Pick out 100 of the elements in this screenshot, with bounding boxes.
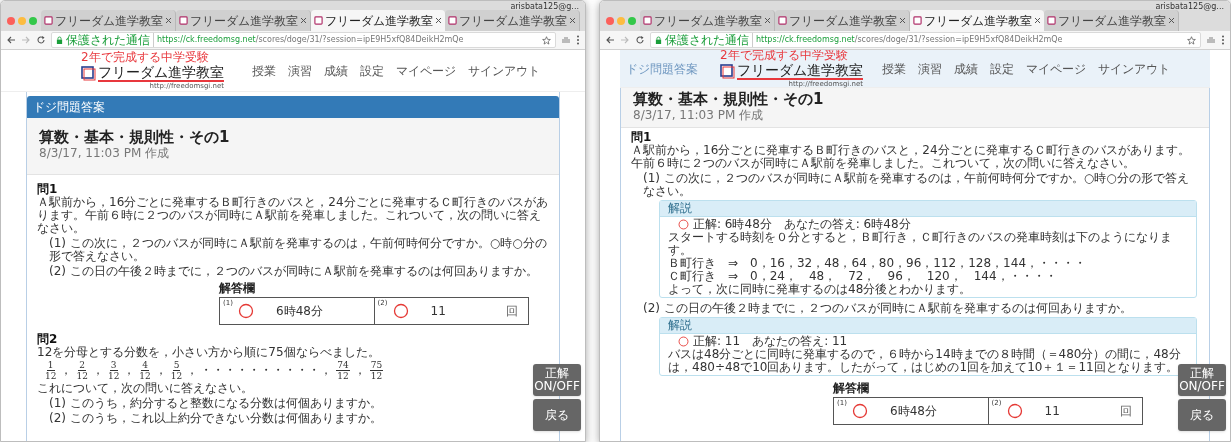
nav-link[interactable]: サインアウト (468, 61, 540, 80)
url-text: https://ck.freedomsg.net/scores/doge/31/?session=ipE9H5xfQ84DeikH2mQe (157, 34, 464, 46)
browser-tab[interactable]: フリーダム進学教室 (1044, 10, 1179, 31)
close-icon (1034, 17, 1041, 24)
fraction: 1 12 (45, 360, 57, 381)
browser-tab[interactable]: フリーダム進学教室 (775, 10, 910, 31)
browser-tab[interactable]: フリーダム進学教室 (640, 10, 775, 31)
nav-link[interactable]: 演習 (918, 59, 942, 78)
fraction: 2 12 (76, 360, 88, 381)
page-button[interactable]: 正解 ON/OFF (1178, 364, 1226, 396)
close-icon (300, 17, 307, 24)
favicon-icon (448, 16, 457, 25)
nav-link[interactable]: 成績 (954, 59, 978, 78)
comma-separator: ， (91, 364, 104, 377)
browser-tab[interactable]: フリーダム進学教室 (176, 10, 311, 31)
favicon-icon (778, 16, 787, 25)
logo-square-icon (81, 65, 96, 81)
site-logo[interactable]: フリーダム進学教室 (98, 64, 224, 82)
address-field[interactable]: 保護された通信 https://ck.freedomsg.net/scores/doge/31/?session=ipE9H5xfQ84DeikH2mQe (51, 32, 556, 48)
panel-heading: ドジ問題答案 (626, 62, 698, 76)
fraction: 75 12 (369, 360, 384, 381)
answer-value: 6時48分 (890, 404, 937, 418)
question-label: 問1 (37, 183, 59, 196)
page-title: 算数・基本・規則性・その1 (633, 90, 825, 108)
comma-separator: ， (154, 364, 167, 377)
favicon-icon (643, 16, 652, 25)
browser-tab[interactable]: フリーダム進学教室 (910, 10, 1044, 31)
url-text: https://ck.freedomsg.net/scores/doge/31/?session=ipE9H5xfQ84DeikH2mQe (756, 34, 1063, 46)
favicon-icon (179, 16, 188, 25)
secure-label: 保護された通信 (66, 33, 154, 47)
back-icon[interactable] (605, 35, 615, 45)
sub-question: (1) この次に，２つのバスが同時にＡ駅前を発車するのは，午前何時何分ですか。○時○分の形で答えなさい。 (49, 237, 548, 263)
address-field[interactable]: 保護された通信 https://ck.freedomsg.net/scores/doge/31/?session=ipE9H5xfQ84DeikH2mQe (650, 32, 1201, 48)
nav-link[interactable]: 成績 (324, 61, 348, 80)
question-label: 問1 (631, 131, 653, 144)
profile-name[interactable]: arisbata125@g... (510, 2, 579, 11)
explanation-text: よって，次に同時に発車するのは48分後とわかります。 (668, 283, 973, 296)
sub-question: (1) この次に，２つのバスが同時にＡ駅前を発車するのは，午前何時何分ですか。○時○分の形で答えなさい。 (643, 172, 1190, 198)
result-text: 正解: 6時48分 あなたの答え: 6時48分 (693, 218, 911, 231)
explanation-text: Ｃ町行き ⇒ 0，24， 48， 72， 96， 120， 144，・・・・ (668, 270, 1058, 283)
browser-tab[interactable]: フリーダム進学教室 (41, 10, 176, 31)
comma-separator: ， (186, 364, 199, 377)
minimize-window-button[interactable] (617, 17, 625, 25)
created-date: 8/3/17, 11:03 PM 作成 (39, 146, 171, 160)
nav-link[interactable]: サインアウト (1098, 59, 1170, 78)
browser-tab[interactable]: フリーダム進学教室 (311, 10, 445, 31)
close-window-button[interactable] (7, 17, 15, 25)
forward-icon[interactable] (620, 35, 630, 45)
star-icon[interactable] (1187, 35, 1196, 45)
forward-icon[interactable] (21, 35, 31, 45)
fraction: 4 12 (139, 360, 151, 381)
nav-link[interactable]: 授業 (252, 61, 276, 80)
favicon-icon (1047, 16, 1056, 25)
fraction: 5 12 (170, 360, 183, 381)
reload-icon[interactable] (36, 35, 46, 45)
nav-link[interactable]: マイページ (1026, 59, 1086, 78)
nav-link[interactable]: 設定 (360, 61, 384, 80)
logo-square-icon (720, 63, 735, 79)
answer-sheet-label: 解答欄 (833, 382, 870, 395)
close-icon (435, 17, 442, 24)
extension-icon[interactable] (1206, 35, 1216, 45)
page-button[interactable]: 戻る (1178, 399, 1226, 431)
explanation-heading: 解説 (660, 318, 1196, 334)
zoom-window-button[interactable] (29, 17, 37, 25)
close-icon (1168, 17, 1175, 24)
menu-icon[interactable] (576, 35, 580, 45)
comma-separator: ， (123, 364, 136, 377)
menu-icon[interactable] (1221, 35, 1225, 45)
close-window-button[interactable] (606, 17, 614, 25)
back-icon[interactable] (6, 35, 16, 45)
answer-value: 11 (430, 304, 446, 318)
unit-label: 回 (1120, 404, 1132, 418)
browser-tab[interactable]: フリーダム進学教室 (445, 10, 580, 31)
explanation-heading: 解説 (660, 201, 1196, 217)
sub-question: (2) この日の午後２時までに，２つのバスが同時にＡ駅前を発車するのは何回ありますか。 (643, 302, 1133, 315)
question-text: Ａ駅前から，16分ごとに発車するＢ町行きのバスと，24分ごとに発車するＣ町行きのバスがあります。午前６時に２つのバスが同時にＡ駅前を発車しました。これついて，次の問いに答えなさい。 (37, 196, 549, 235)
close-icon (165, 17, 172, 24)
page-button[interactable]: 戻る (533, 399, 581, 431)
question-label: 問2 (37, 333, 59, 346)
sub-question: (2) この日の午後２時までに，２つのバスが同時にＡ駅前を発車するのは何回ありますか。 (49, 265, 539, 278)
site-logo[interactable]: フリーダム進学教室 (737, 62, 863, 80)
ellipsis-text: ・・・・・・・・・・， (200, 364, 333, 377)
panel-heading: ドジ問題答案 (27, 96, 559, 118)
star-icon[interactable] (542, 35, 551, 45)
reload-icon[interactable] (635, 35, 645, 45)
explanation-text: スタートする時刻を０分とすると，Ｂ町行き，Ｃ町行きのバスの発車時刻は下のようになります。 (668, 231, 1173, 257)
favicon-icon (314, 16, 323, 25)
lock-icon (655, 35, 662, 45)
nav-link[interactable]: 授業 (882, 59, 906, 78)
zoom-window-button[interactable] (628, 17, 636, 25)
nav-link[interactable]: 設定 (990, 59, 1014, 78)
page-button[interactable]: 正解 ON/OFF (533, 364, 581, 396)
minimize-window-button[interactable] (18, 17, 26, 25)
created-date: 8/3/17, 11:03 PM 作成 (633, 108, 765, 122)
nav-link[interactable]: マイページ (396, 61, 456, 80)
sub-question: (2) このうち，これ以上約分できない分数は何個ありますか。 (49, 412, 383, 425)
fraction: 3 12 (107, 360, 120, 381)
extension-icon[interactable] (561, 35, 571, 45)
profile-name[interactable]: arisbata125@g... (1155, 2, 1224, 11)
nav-link[interactable]: 演習 (288, 61, 312, 80)
